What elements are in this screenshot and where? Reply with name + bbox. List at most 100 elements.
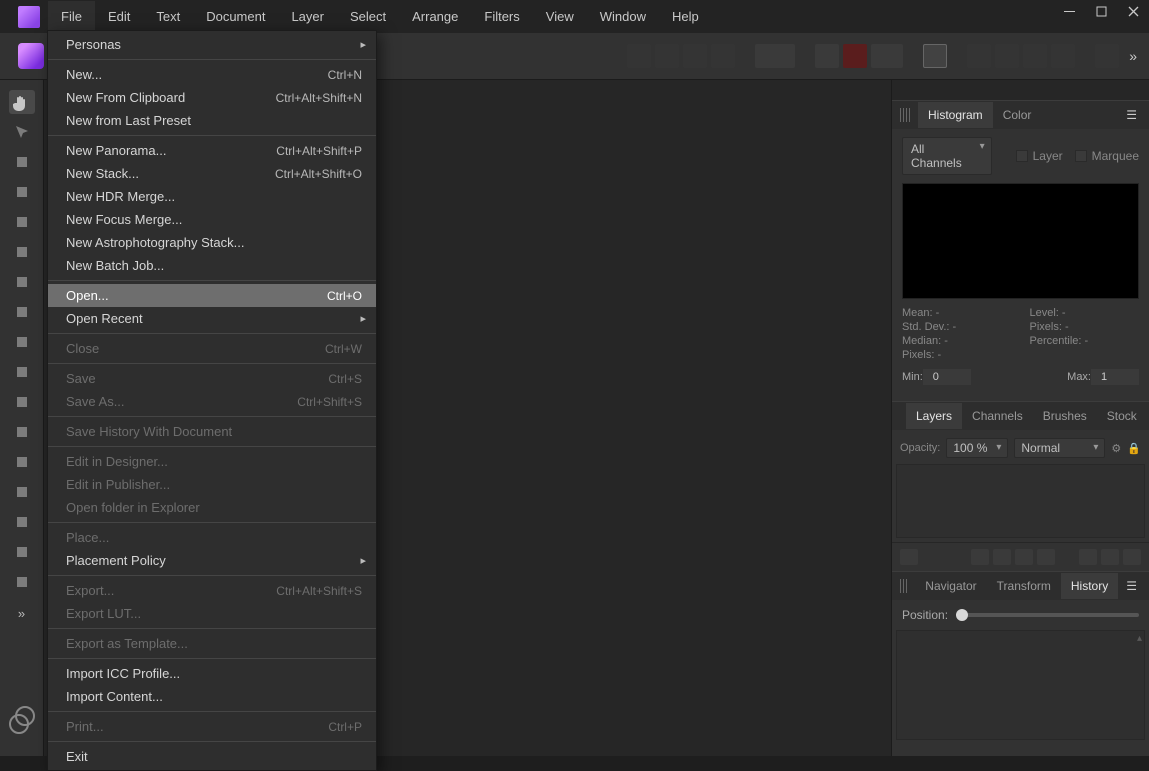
layer-misc-button[interactable] xyxy=(900,549,918,565)
file-menu-new[interactable]: New...Ctrl+N xyxy=(48,63,376,86)
minimize-button[interactable] xyxy=(1053,0,1085,22)
zoom-tool[interactable] xyxy=(9,540,35,564)
tool-overflow-icon[interactable]: » xyxy=(18,606,25,621)
file-menu-save: SaveCtrl+S xyxy=(48,367,376,390)
file-menu-placement-policy[interactable]: Placement Policy xyxy=(48,549,376,572)
menu-arrange[interactable]: Arrange xyxy=(399,1,471,32)
menu-view[interactable]: View xyxy=(533,1,587,32)
file-menu-import-icc-profile[interactable]: Import ICC Profile... xyxy=(48,662,376,685)
toolbar-dropdown[interactable] xyxy=(871,44,903,68)
file-menu-open-recent[interactable]: Open Recent xyxy=(48,307,376,330)
swatch-fg-bg[interactable] xyxy=(9,706,35,736)
layer-group-button[interactable] xyxy=(1101,549,1119,565)
move-tool[interactable] xyxy=(9,120,35,144)
file-menu-new-from-clipboard[interactable]: New From ClipboardCtrl+Alt+Shift+N xyxy=(48,86,376,109)
file-menu-new-from-last-preset[interactable]: New from Last Preset xyxy=(48,109,376,132)
tab-history[interactable]: History xyxy=(1061,573,1118,599)
gear-icon[interactable]: ⚙ xyxy=(1111,442,1121,455)
file-menu-new-astrophotography-stack[interactable]: New Astrophotography Stack... xyxy=(48,231,376,254)
tab-channels[interactable]: Channels xyxy=(962,403,1033,429)
lock-icon[interactable]: 🔒 xyxy=(1127,442,1141,455)
layer-mask-button[interactable] xyxy=(971,549,989,565)
file-menu-new-batch-job[interactable]: New Batch Job... xyxy=(48,254,376,277)
hand-tool[interactable] xyxy=(9,90,35,114)
toolbar-overflow-icon[interactable]: » xyxy=(1129,48,1137,64)
heal-brush-tool[interactable] xyxy=(9,300,35,324)
maximize-button[interactable] xyxy=(1085,0,1117,22)
toolbar-button[interactable] xyxy=(683,44,707,68)
tab-color[interactable]: Color xyxy=(993,102,1042,128)
toolbar-button[interactable] xyxy=(967,44,991,68)
toolbar-button[interactable] xyxy=(627,44,651,68)
menu-help[interactable]: Help xyxy=(659,1,712,32)
layer-fx-button[interactable] xyxy=(1015,549,1033,565)
clone-tool[interactable] xyxy=(9,330,35,354)
menu-select[interactable]: Select xyxy=(337,1,399,32)
layers-list[interactable] xyxy=(896,464,1145,538)
layer-add-button[interactable] xyxy=(1079,549,1097,565)
marquee-tool[interactable] xyxy=(9,240,35,264)
menu-text[interactable]: Text xyxy=(143,1,193,32)
toolbar-button[interactable] xyxy=(1023,44,1047,68)
tab-histogram[interactable]: Histogram xyxy=(918,102,993,128)
panel-menu-icon[interactable]: ☰ xyxy=(1118,108,1145,122)
tab-stock[interactable]: Stock xyxy=(1097,403,1147,429)
tab-layers[interactable]: Layers xyxy=(906,403,962,429)
opacity-dropdown[interactable]: 100 % xyxy=(946,438,1008,458)
file-menu-exit[interactable]: Exit xyxy=(48,745,376,768)
color-picker-tool[interactable] xyxy=(9,570,35,594)
panel-drag-handle[interactable] xyxy=(900,108,912,122)
blend-dropdown[interactable]: Normal xyxy=(1014,438,1105,458)
menu-edit[interactable]: Edit xyxy=(95,1,143,32)
toolbar-button[interactable] xyxy=(1095,44,1119,68)
position-slider[interactable] xyxy=(956,613,1139,617)
layer-live-button[interactable] xyxy=(1037,549,1055,565)
tab-brushes[interactable]: Brushes xyxy=(1033,403,1097,429)
max-input[interactable]: 1 xyxy=(1091,369,1139,385)
toolbar-button[interactable] xyxy=(1051,44,1075,68)
erase-tool[interactable] xyxy=(9,360,35,384)
assistant-icon[interactable] xyxy=(923,44,947,68)
layer-delete-button[interactable] xyxy=(1123,549,1141,565)
marquee-checkbox[interactable] xyxy=(1075,150,1087,162)
history-list[interactable]: ▴ xyxy=(896,630,1145,740)
menu-filters[interactable]: Filters xyxy=(471,1,532,32)
toolbar-button[interactable] xyxy=(711,44,735,68)
flood-select-tool[interactable] xyxy=(9,270,35,294)
file-menu-open[interactable]: Open...Ctrl+O xyxy=(48,284,376,307)
file-menu-import-content[interactable]: Import Content... xyxy=(48,685,376,708)
file-menu-personas[interactable]: Personas xyxy=(48,33,376,56)
menu-document[interactable]: Document xyxy=(193,1,278,32)
slider-thumb[interactable] xyxy=(956,609,968,621)
file-menu-new-stack[interactable]: New Stack...Ctrl+Alt+Shift+O xyxy=(48,162,376,185)
menu-window[interactable]: Window xyxy=(587,1,659,32)
sponge-tool[interactable] xyxy=(9,510,35,534)
toolbar-button[interactable] xyxy=(655,44,679,68)
min-input[interactable]: 0 xyxy=(923,369,971,385)
blur-tool[interactable] xyxy=(9,480,35,504)
menu-file[interactable]: File xyxy=(48,1,95,32)
toolbar-button[interactable] xyxy=(995,44,1019,68)
crop-tool[interactable] xyxy=(9,180,35,204)
menu-layer[interactable]: Layer xyxy=(278,1,337,32)
tab-navigator[interactable]: Navigator xyxy=(915,573,986,599)
layer-adjust-button[interactable] xyxy=(993,549,1011,565)
close-button[interactable] xyxy=(1117,0,1149,22)
file-menu-new-focus-merge[interactable]: New Focus Merge... xyxy=(48,208,376,231)
file-menu-new-panorama[interactable]: New Panorama...Ctrl+Alt+Shift+P xyxy=(48,139,376,162)
layer-checkbox[interactable] xyxy=(1016,150,1028,162)
paint-brush-tool[interactable] xyxy=(9,210,35,234)
selection-brush-tool[interactable] xyxy=(9,150,35,174)
dodge-tool[interactable] xyxy=(9,390,35,414)
panel-drag-handle[interactable] xyxy=(900,579,909,593)
panel-menu-icon[interactable]: ☰ xyxy=(1118,579,1145,593)
toolbar-button[interactable] xyxy=(815,44,839,68)
tab-transform[interactable]: Transform xyxy=(987,573,1061,599)
file-menu-new-hdr-merge[interactable]: New HDR Merge... xyxy=(48,185,376,208)
toolbar-button[interactable] xyxy=(843,44,867,68)
toolbar-dropdown[interactable] xyxy=(755,44,795,68)
scroll-up-icon[interactable]: ▴ xyxy=(1137,633,1142,644)
channels-dropdown[interactable]: All Channels xyxy=(902,137,992,175)
smudge-tool[interactable] xyxy=(9,450,35,474)
gradient-tool[interactable] xyxy=(9,420,35,444)
